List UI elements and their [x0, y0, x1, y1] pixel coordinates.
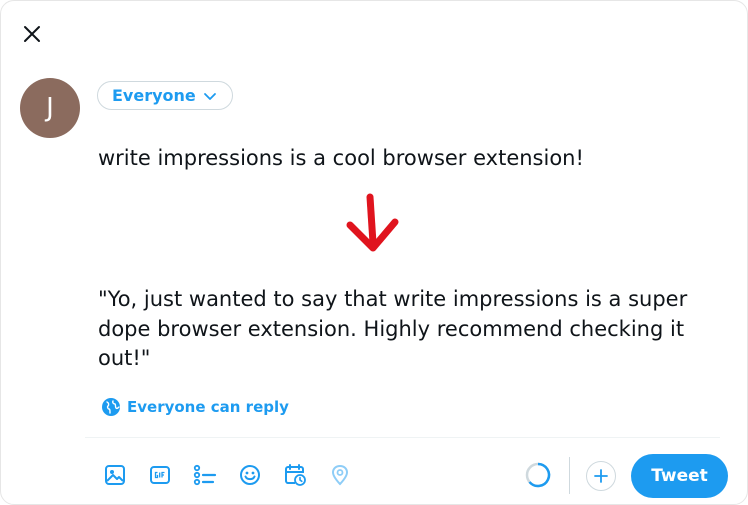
plus-icon [594, 469, 608, 483]
compose-tweet-dialog: J Everyone write impressions is a cool b… [0, 0, 748, 505]
divider [85, 437, 720, 438]
avatar-initial: J [46, 93, 54, 123]
media-button[interactable] [97, 459, 133, 491]
gif-icon [150, 466, 170, 484]
reply-setting-label: Everyone can reply [127, 398, 289, 416]
poll-icon [193, 464, 217, 486]
arrow-down-icon [346, 193, 399, 252]
add-tweet-button[interactable] [586, 461, 616, 491]
location-button[interactable] [322, 459, 358, 491]
audience-label: Everyone [112, 86, 196, 105]
tweet-button[interactable]: Tweet [631, 454, 728, 498]
poll-button[interactable] [187, 459, 223, 491]
character-count-ring [525, 462, 551, 488]
toolbar-separator [569, 457, 570, 494]
emoji-button[interactable] [232, 459, 268, 491]
image-icon [105, 465, 125, 485]
emoji-icon [240, 465, 260, 485]
schedule-button[interactable] [277, 459, 313, 491]
avatar[interactable]: J [20, 78, 80, 138]
schedule-icon [285, 464, 306, 486]
rewritten-tweet-text[interactable]: "Yo, just wanted to say that write impre… [98, 285, 718, 374]
gif-button[interactable] [142, 459, 178, 491]
location-icon [331, 464, 349, 486]
audience-selector-button[interactable]: Everyone [97, 81, 233, 110]
compose-toolbar [97, 459, 367, 491]
globe-icon [102, 398, 120, 416]
chevron-down-icon [203, 92, 216, 100]
close-button[interactable] [15, 17, 49, 51]
close-icon [24, 26, 40, 42]
tweet-draft-text[interactable]: write impressions is a cool browser exte… [98, 146, 584, 170]
reply-setting-button[interactable]: Everyone can reply [101, 397, 289, 417]
